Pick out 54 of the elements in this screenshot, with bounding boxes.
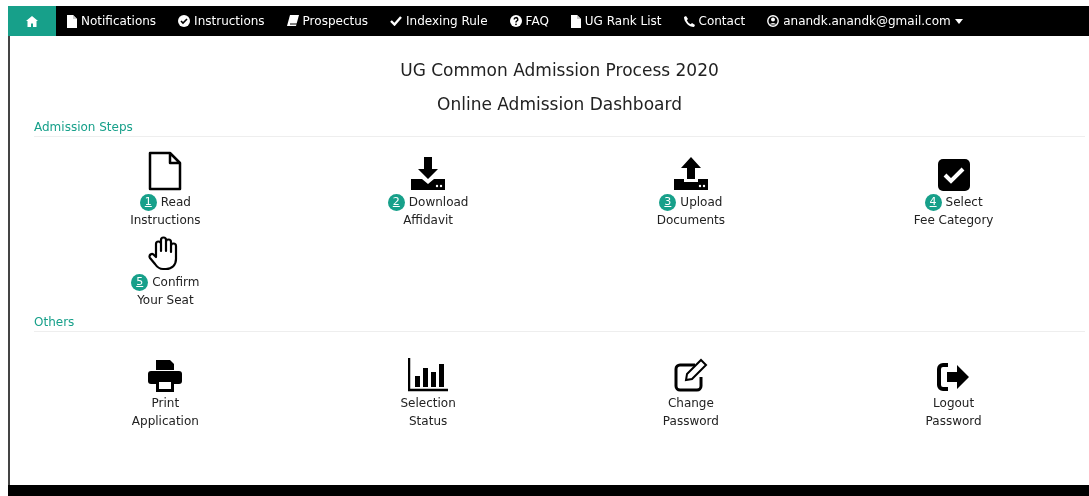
nav-link[interactable]: UG Rank List: [559, 6, 673, 36]
check-circle-icon: [178, 15, 191, 27]
document-icon: [148, 151, 183, 191]
document-icon: [570, 14, 581, 28]
step-label[interactable]: Read: [160, 193, 191, 211]
book-icon: [286, 15, 299, 27]
nav-link[interactable]: Contact: [672, 6, 757, 36]
check-icon: [390, 16, 403, 26]
printer-icon: [148, 360, 183, 392]
step-label[interactable]: Upload: [680, 193, 723, 211]
action-label[interactable]: Change: [667, 394, 714, 412]
step-label[interactable]: Your Seat: [137, 291, 194, 309]
edit-icon: [672, 358, 709, 392]
nav-link[interactable]: Notifications: [56, 6, 168, 36]
step-number-badge: 2: [387, 193, 405, 211]
question-circle-icon: [509, 15, 522, 27]
step-label[interactable]: Instructions: [130, 211, 201, 229]
nav-link[interactable]: Prospectus: [275, 6, 380, 36]
section-heading: Others: [34, 315, 1085, 332]
nav-link[interactable]: FAQ: [498, 6, 560, 36]
step-label[interactable]: Download: [408, 193, 469, 211]
step-number-badge: 1: [139, 193, 157, 211]
step-number-badge: 5: [131, 273, 149, 291]
section-heading: Admission Steps: [34, 120, 1085, 137]
action-label[interactable]: Status: [409, 412, 448, 430]
step-label[interactable]: Documents: [656, 211, 726, 229]
step-number-badge: 3: [659, 193, 677, 211]
step-label[interactable]: Select: [945, 193, 983, 211]
action-label[interactable]: Selection: [400, 394, 456, 412]
bar-chart-icon: [408, 358, 449, 392]
action-label[interactable]: Password: [662, 412, 719, 430]
user-menu[interactable]: anandk.anandk@gmail.com: [756, 6, 974, 36]
step-label[interactable]: Affidavit: [403, 211, 454, 229]
home-tab[interactable]: [8, 6, 56, 36]
user-circle-icon: [767, 15, 780, 27]
document-icon: [67, 14, 77, 28]
page-title: Online Admission Dashboard: [436, 94, 683, 114]
download-icon: [411, 157, 446, 191]
action-label[interactable]: Application: [131, 412, 199, 430]
action-label[interactable]: Print: [151, 394, 180, 412]
step-label[interactable]: Confirm: [152, 273, 200, 291]
step-number-badge: 4: [924, 193, 942, 211]
nav-link[interactable]: Instructions: [167, 6, 276, 36]
caret-icon: [954, 18, 963, 24]
upload-icon: [673, 157, 708, 191]
checkbox-icon: [937, 159, 970, 191]
action-label[interactable]: Password: [925, 412, 982, 430]
logout-icon: [936, 362, 971, 392]
step-label[interactable]: Fee Category: [913, 211, 994, 229]
action-label[interactable]: Logout: [933, 394, 975, 412]
home-icon: [26, 15, 38, 27]
page-title: UG Common Admission Process 2020: [399, 60, 720, 80]
phone-icon: [683, 15, 695, 27]
nav-link[interactable]: Indexing Rule: [379, 6, 499, 36]
